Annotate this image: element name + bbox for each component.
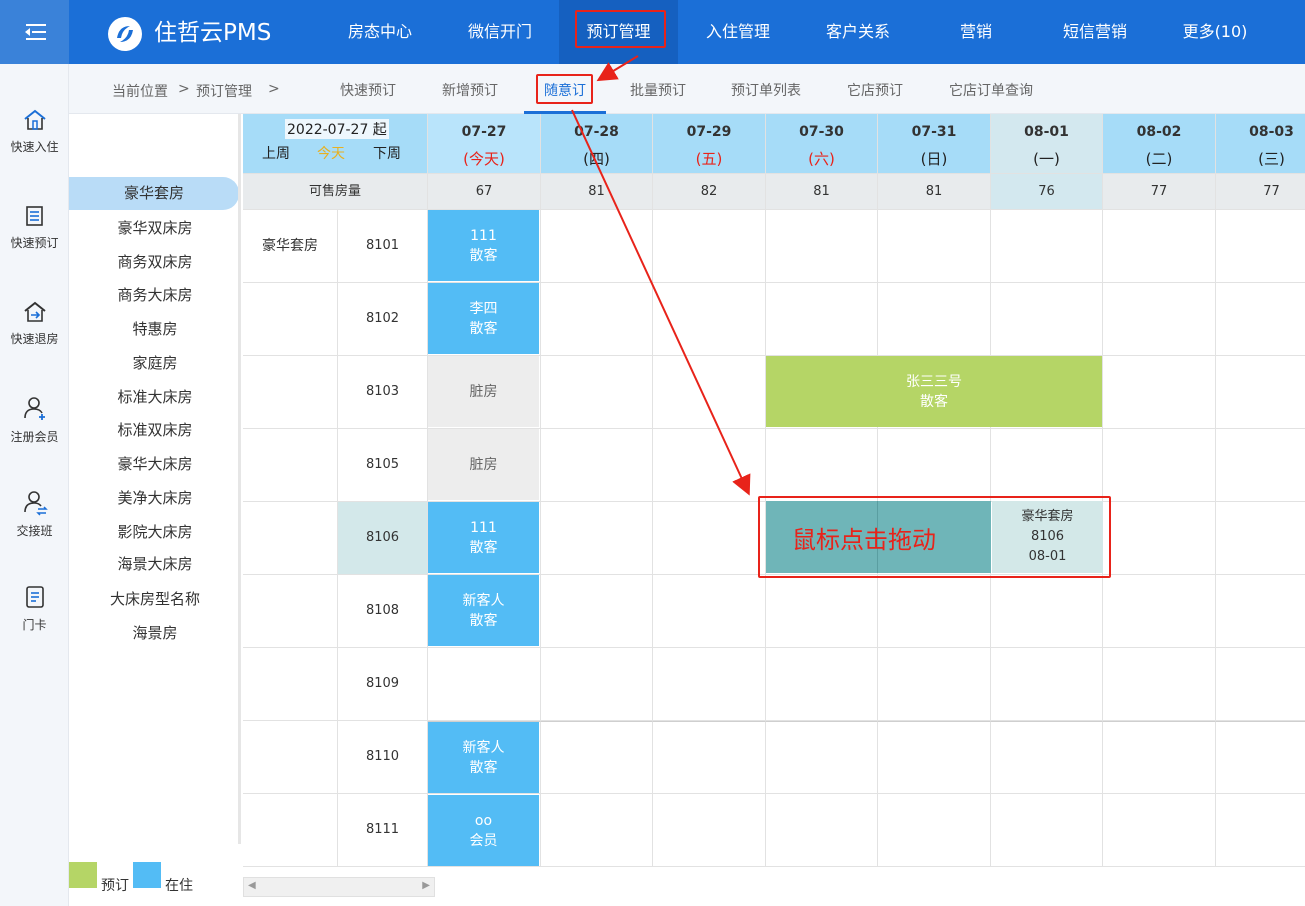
annotation-arrow-2 xyxy=(571,109,751,496)
annotation-arrow-1 xyxy=(596,55,639,82)
annotation-arrows xyxy=(571,55,751,496)
